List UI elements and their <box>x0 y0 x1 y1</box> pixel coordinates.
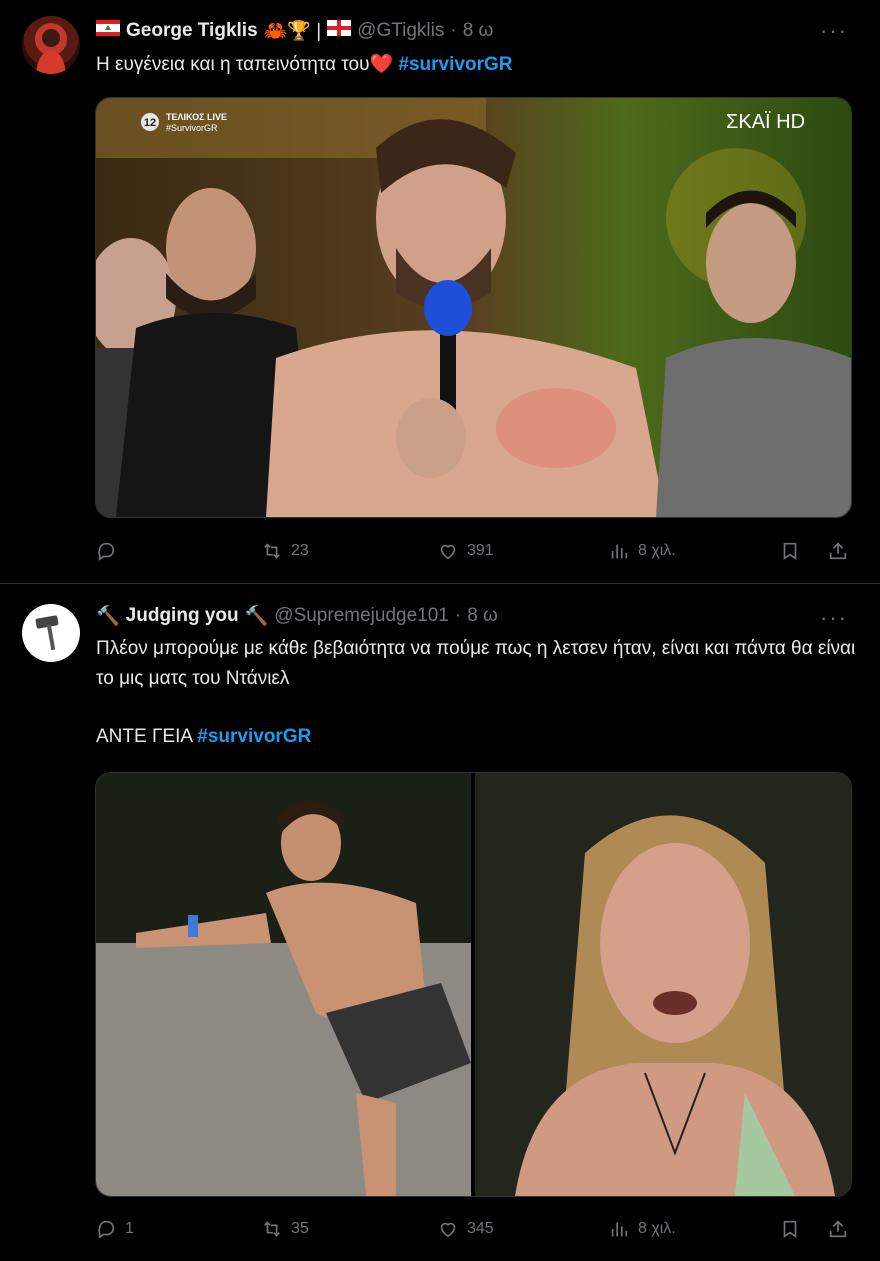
hammer-emoji-right: 🔨 <box>244 606 269 627</box>
name-emoji: 🦀🏆 | <box>263 21 322 42</box>
share-button[interactable] <box>827 537 849 565</box>
gavel-icon <box>35 615 59 651</box>
hashtag-link[interactable]: #survivorGR <box>398 54 512 75</box>
separator-dot: · <box>454 605 462 626</box>
views-button[interactable]: 8 χιλ. <box>608 537 676 565</box>
tweet-body-end: ΑΝΤΕ ΓΕΙΑ <box>96 726 192 747</box>
tweet-photo[interactable]: 12 ΤΕΛΙΚΟΣ LIVE #SurvivorGR ΣΚΑΪ HD <box>95 97 852 518</box>
hammer-emoji-left: 🔨 <box>96 606 120 627</box>
photo-woman <box>475 773 851 1196</box>
handle[interactable]: @GTigklis <box>357 20 444 42</box>
tweet-actions: 23 391 8 χιλ. <box>95 537 855 565</box>
like-count: 391 <box>467 542 494 559</box>
tweet-actions: 1 35 345 8 χιλ. <box>95 1215 855 1243</box>
photo-athlete <box>96 773 471 1196</box>
tweet-photo-left[interactable] <box>96 773 471 1196</box>
share-icon <box>829 1220 847 1238</box>
retweet-icon <box>264 1221 280 1237</box>
retweet-button[interactable]: 35 <box>261 1215 309 1243</box>
avatar[interactable] <box>22 16 80 74</box>
views-button[interactable]: 8 χιλ. <box>608 1215 676 1243</box>
timestamp[interactable]: 8 ω <box>463 20 494 42</box>
tweet-photo-right[interactable] <box>475 773 851 1196</box>
tweet-text: Πλέον μπορούμε με κάθε βεβαιότητα να πού… <box>96 638 856 689</box>
like-icon <box>440 544 456 560</box>
display-name[interactable]: Judging you <box>126 605 239 627</box>
retweet-count: 23 <box>291 542 309 559</box>
handle[interactable]: @Supremejudge101 <box>274 605 449 627</box>
reply-icon <box>98 542 115 561</box>
share-button[interactable] <box>827 1215 849 1243</box>
live-tag: #SurvivorGR <box>166 123 218 133</box>
views-count: 8 χιλ. <box>638 1220 676 1237</box>
views-icon <box>611 1222 628 1237</box>
photo-scene: 12 ΤΕΛΙΚΟΣ LIVE #SurvivorGR ΣΚΑΪ HD <box>96 98 851 517</box>
reply-icon <box>98 1220 115 1239</box>
tweet-header: George Tigklis 🦀🏆 | @GTigklis · 8 ω <box>96 17 493 45</box>
more-icon[interactable]: ··· <box>820 18 848 44</box>
flag-lebanon-icon <box>96 20 120 42</box>
reply-button[interactable] <box>95 537 125 565</box>
tweet-text: Η ευγένεια και η ταπεινότητα του❤️ #surv… <box>96 50 856 80</box>
bookmark-icon <box>783 542 797 560</box>
tweet-1[interactable]: George Tigklis 🦀🏆 | @GTigklis · 8 ω ··· … <box>0 0 880 584</box>
share-icon <box>829 542 847 560</box>
tweet-text-line2: ΑΝΤΕ ΓΕΙΑ #survivorGR <box>96 722 856 752</box>
tweet-body: Η ευγένεια και η ταπεινότητα του❤️ <box>96 54 394 75</box>
tweet-header: 🔨 Judging you 🔨 @Supremejudge101 · 8 ω <box>96 602 498 630</box>
flag-england-icon <box>327 20 352 42</box>
hashtag-link[interactable]: #survivorGR <box>197 726 311 747</box>
tweet-photos <box>95 772 852 1197</box>
separator-dot: · <box>450 20 457 41</box>
timestamp[interactable]: 8 ω <box>467 605 498 627</box>
live-label: ΤΕΛΙΚΟΣ LIVE <box>166 112 227 122</box>
avatar[interactable] <box>22 604 80 662</box>
views-icon <box>611 544 628 559</box>
retweet-count: 35 <box>291 1220 309 1237</box>
more-icon[interactable]: ··· <box>820 605 848 631</box>
display-name[interactable]: George Tigklis <box>126 20 258 42</box>
like-button[interactable]: 391 <box>437 537 494 565</box>
bookmark-button[interactable] <box>779 1215 801 1243</box>
retweet-button[interactable]: 23 <box>261 537 309 565</box>
like-button[interactable]: 345 <box>437 1215 494 1243</box>
bookmark-icon <box>783 1220 797 1238</box>
broadcaster-logo: ΣΚΑΪ HD <box>726 111 805 133</box>
views-count: 8 χιλ. <box>638 542 676 559</box>
reply-button[interactable]: 1 <box>95 1215 134 1243</box>
like-count: 345 <box>467 1220 494 1237</box>
reply-count: 1 <box>125 1220 134 1237</box>
retweet-icon <box>264 543 280 559</box>
avatar-image <box>36 29 66 74</box>
bookmark-button[interactable] <box>779 537 801 565</box>
channel-badge: 12 <box>144 117 156 129</box>
like-icon <box>440 1222 456 1238</box>
